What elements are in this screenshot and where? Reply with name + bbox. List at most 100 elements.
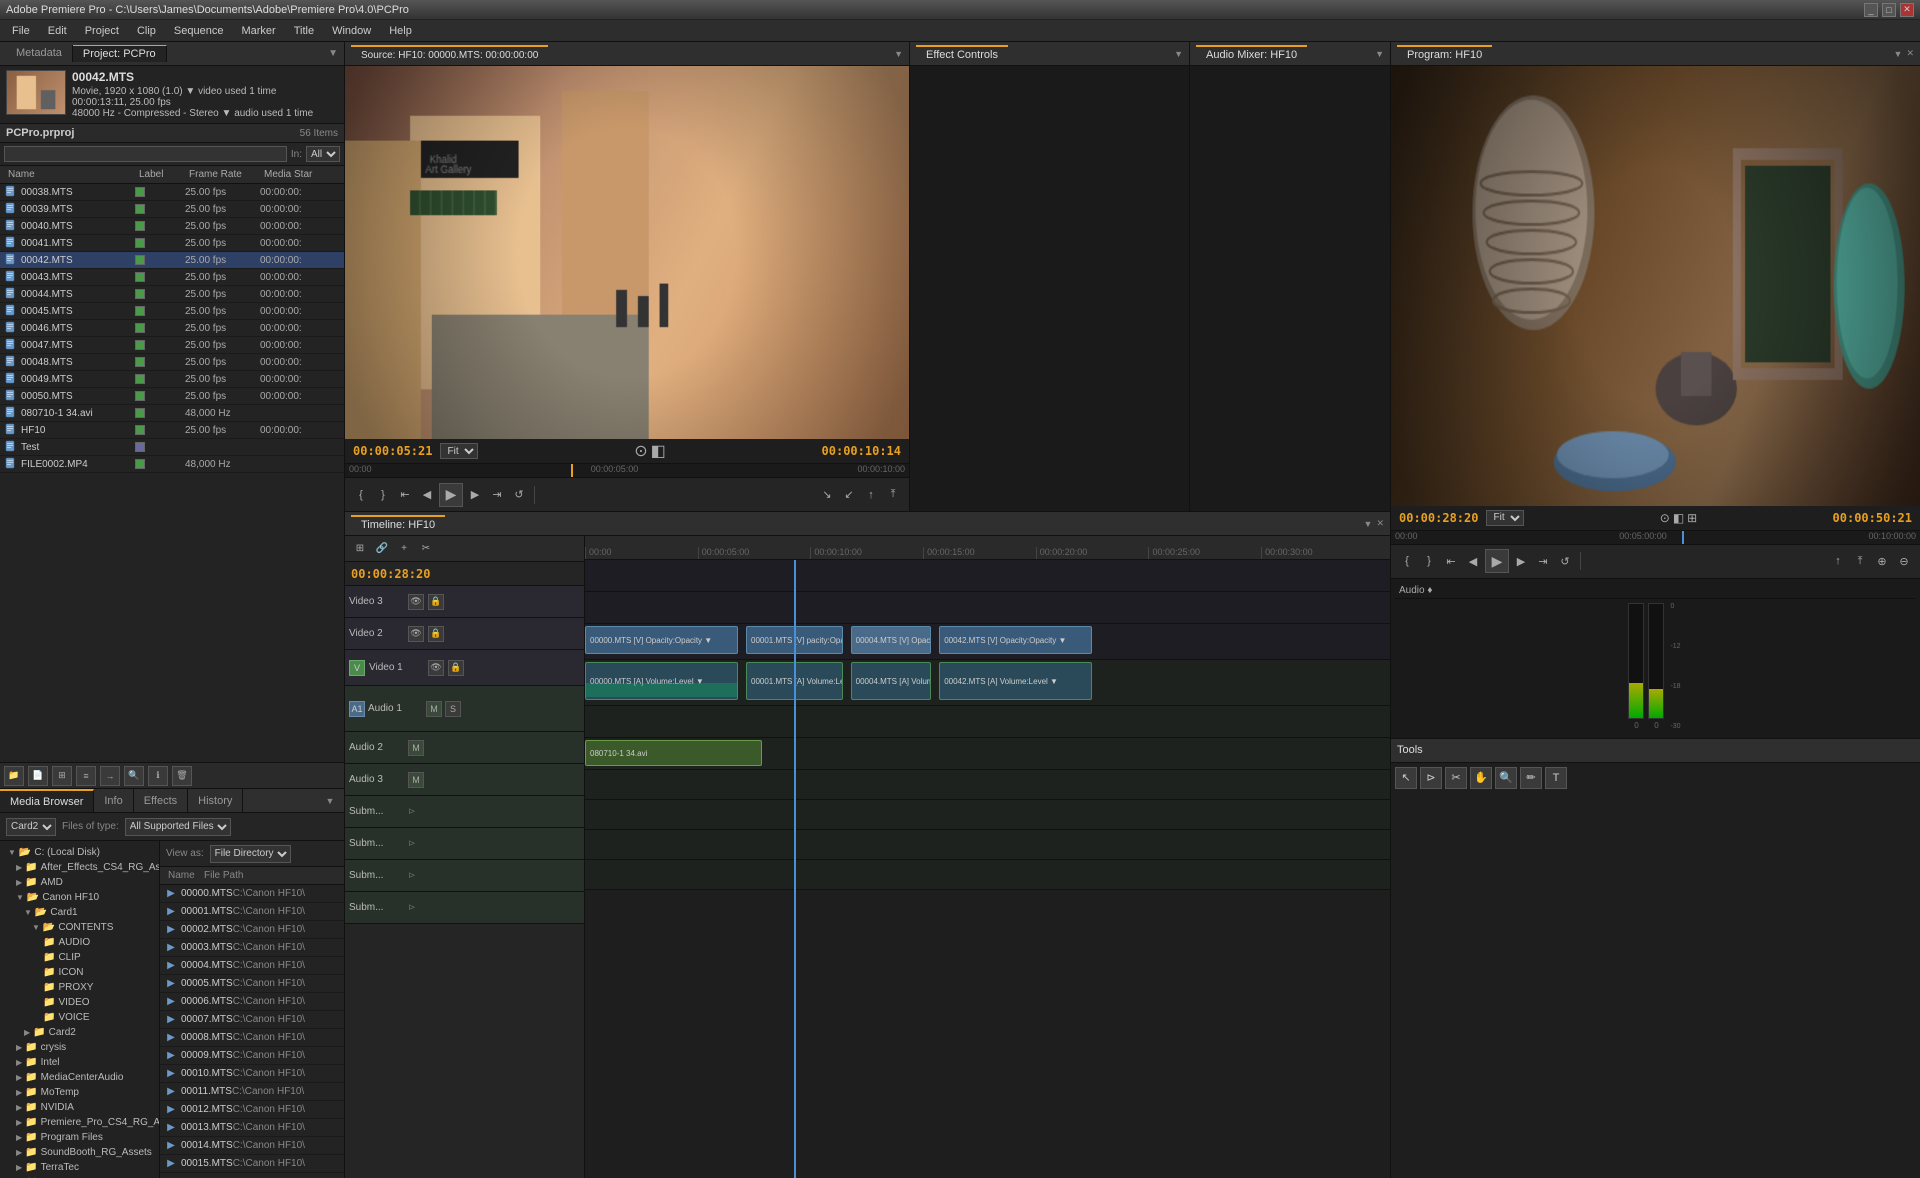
minimize-button[interactable]: _ [1864,3,1878,17]
program-close-button[interactable]: ✕ [1906,48,1914,59]
effect-controls-options[interactable]: ▼ [1174,49,1183,59]
fb-file-row-1[interactable]: ▶ 00001.MTS C:\Canon HF10\ [160,903,344,921]
tab-project[interactable]: Project: PCPro [73,45,167,62]
program-step-back-button[interactable]: ◀ [1463,551,1483,571]
file-row-12[interactable]: 00050.MTS 25.00 fps 00:00:00: [0,388,344,405]
tree-item-16[interactable]: ▶📁MoTemp [0,1085,159,1100]
tree-item-8[interactable]: 📁ICON [0,965,159,980]
fb-file-row-9[interactable]: ▶ 00009.MTS C:\Canon HF10\ [160,1047,344,1065]
tree-item-1[interactable]: ▶📁After_Effects_CS4_RG_Ass... [0,860,159,875]
tree-item-17[interactable]: ▶📁NVIDIA [0,1100,159,1115]
tl-snap-button[interactable]: ⊞ [351,540,369,558]
fb-file-row-14[interactable]: ▶ 00014.MTS C:\Canon HF10\ [160,1137,344,1155]
file-row-16[interactable]: FILE0002.MP4 48,000 Hz [0,456,344,473]
source-output-icon[interactable]: ◧ [651,441,666,461]
tool-type[interactable]: T [1545,767,1567,789]
source-lift-button[interactable]: ↑ [861,485,881,505]
program-options-button[interactable]: ▼ [1894,49,1903,59]
menu-edit[interactable]: Edit [40,23,75,39]
file-row-3[interactable]: 00041.MTS 25.00 fps 00:00:00: [0,235,344,252]
tree-item-14[interactable]: ▶📁Intel [0,1055,159,1070]
track-eye-video2[interactable]: 👁 [408,626,424,642]
file-row-9[interactable]: 00047.MTS 25.00 fps 00:00:00: [0,337,344,354]
timeline-ruler[interactable]: 00:00 00:00:05:00 00:00:10:00 00:00:15:0… [585,536,1390,560]
track-content-video1[interactable]: 00000.MTS [V] Opacity:Opacity ▼ 00001.MT… [585,624,1390,660]
program-zoom-in-button[interactable]: ⊕ [1872,551,1892,571]
program-extract-button[interactable]: ⤒ [1850,551,1870,571]
source-panel-options[interactable]: ▼ [894,49,903,59]
menu-sequence[interactable]: Sequence [166,23,232,39]
timeline-options-button[interactable]: ▼ [1364,519,1373,529]
clip-v1-00000[interactable]: 00000.MTS [V] Opacity:Opacity ▼ [585,626,738,654]
track-eye-video1[interactable]: 👁 [428,660,444,676]
source-safe-margins-icon[interactable]: ⊙ [634,441,647,461]
tree-item-19[interactable]: ▶📁Program Files [0,1130,159,1145]
program-lift-button[interactable]: ↑ [1828,551,1848,571]
track-mute-audio3[interactable]: M [408,772,424,788]
tool-zoom[interactable]: 🔍 [1495,767,1517,789]
close-button[interactable]: ✕ [1900,3,1914,17]
file-row-7[interactable]: 00045.MTS 25.00 fps 00:00:00: [0,303,344,320]
fb-file-row-3[interactable]: ▶ 00003.MTS C:\Canon HF10\ [160,939,344,957]
fb-file-row-0[interactable]: ▶ 00000.MTS C:\Canon HF10\ [160,885,344,903]
fb-file-row-12[interactable]: ▶ 00012.MTS C:\Canon HF10\ [160,1101,344,1119]
tree-item-10[interactable]: 📁VIDEO [0,995,159,1010]
effect-controls-tab[interactable]: Effect Controls [916,45,1008,63]
find-button[interactable]: 🔍 [124,766,144,786]
view-as-select[interactable]: File Directory [210,845,291,863]
tool-selection[interactable]: ↖ [1395,767,1417,789]
tree-item-2[interactable]: ▶📁AMD [0,875,159,890]
fb-file-row-2[interactable]: ▶ 00002.MTS C:\Canon HF10\ [160,921,344,939]
timeline-close-button[interactable]: ✕ [1376,518,1384,529]
source-mark-in-button[interactable]: { [351,485,371,505]
tree-item-7[interactable]: 📁CLIP [0,950,159,965]
file-row-8[interactable]: 00046.MTS 25.00 fps 00:00:00: [0,320,344,337]
audio-mixer-tab[interactable]: Audio Mixer: HF10 [1196,45,1307,63]
program-play-button[interactable]: ▶ [1485,549,1509,573]
fb-file-row-4[interactable]: ▶ 00004.MTS C:\Canon HF10\ [160,957,344,975]
tree-item-21[interactable]: ▶📁TerraTec [0,1160,159,1175]
menu-clip[interactable]: Clip [129,23,164,39]
tree-item-6[interactable]: 📁AUDIO [0,935,159,950]
file-row-14[interactable]: HF10 25.00 fps 00:00:00: [0,422,344,439]
clip-a1-00004[interactable]: 00004.MTS [A] Volume:Level ▼ [851,662,932,700]
program-output-icon[interactable]: ◧ [1673,511,1684,525]
tree-item-20[interactable]: ▶📁SoundBooth_RG_Assets [0,1145,159,1160]
track-content-audio3[interactable]: 080710-1 34.avi [585,738,1390,770]
tab-effects[interactable]: Effects [134,789,188,812]
tab-info[interactable]: Info [94,789,133,812]
track-solo-audio1[interactable]: S [445,701,461,717]
clip-a1-00000[interactable]: 00000.MTS [A] Volume:Level ▼ [585,662,738,700]
file-row-1[interactable]: 00039.MTS 25.00 fps 00:00:00: [0,201,344,218]
menu-title[interactable]: Title [286,23,322,39]
clip-a1-00001[interactable]: 00001.MTS [A] Volume:Level ▼ [746,662,843,700]
list-view-button[interactable]: ≡ [76,766,96,786]
program-mark-out-button[interactable]: } [1419,551,1439,571]
clip-a1-00042[interactable]: 00042.MTS [A] Volume:Level ▼ [939,662,1092,700]
tree-item-3[interactable]: ▼📂Canon HF10 [0,890,159,905]
tree-item-11[interactable]: 📁VOICE [0,1010,159,1025]
search-input[interactable] [4,146,287,162]
tool-hand[interactable]: ✋ [1470,767,1492,789]
tree-item-0[interactable]: ▼📂C: (Local Disk) [0,845,159,860]
icon-view-button[interactable]: ⊞ [52,766,72,786]
program-goto-out-button[interactable]: ⇥ [1533,551,1553,571]
tl-razor-button[interactable]: ✂ [417,540,435,558]
source-tab[interactable]: Source: HF10: 00000.MTS: 00:00:00:00 [351,45,548,63]
tab-metadata[interactable]: Metadata [6,45,73,62]
new-bin-button[interactable]: 📁 [4,766,24,786]
file-types-select[interactable]: All Supported Files [125,818,231,836]
program-export-icon[interactable]: ⊞ [1687,511,1697,525]
source-goto-out-button[interactable]: ⇥ [487,485,507,505]
program-playhead[interactable] [1682,531,1684,544]
fb-file-row-6[interactable]: ▶ 00006.MTS C:\Canon HF10\ [160,993,344,1011]
menu-window[interactable]: Window [324,23,379,39]
tree-item-12[interactable]: ▶📁Card2 [0,1025,159,1040]
clip-v1-00042[interactable]: 00042.MTS [V] Opacity:Opacity ▼ [939,626,1092,654]
file-row-11[interactable]: 00049.MTS 25.00 fps 00:00:00: [0,371,344,388]
track-lock-video3[interactable]: 🔒 [428,594,444,610]
maximize-button[interactable]: □ [1882,3,1896,17]
program-zoom-select[interactable]: Fit [1486,510,1524,526]
program-step-forward-button[interactable]: ▶ [1511,551,1531,571]
program-goto-in-button[interactable]: ⇤ [1441,551,1461,571]
